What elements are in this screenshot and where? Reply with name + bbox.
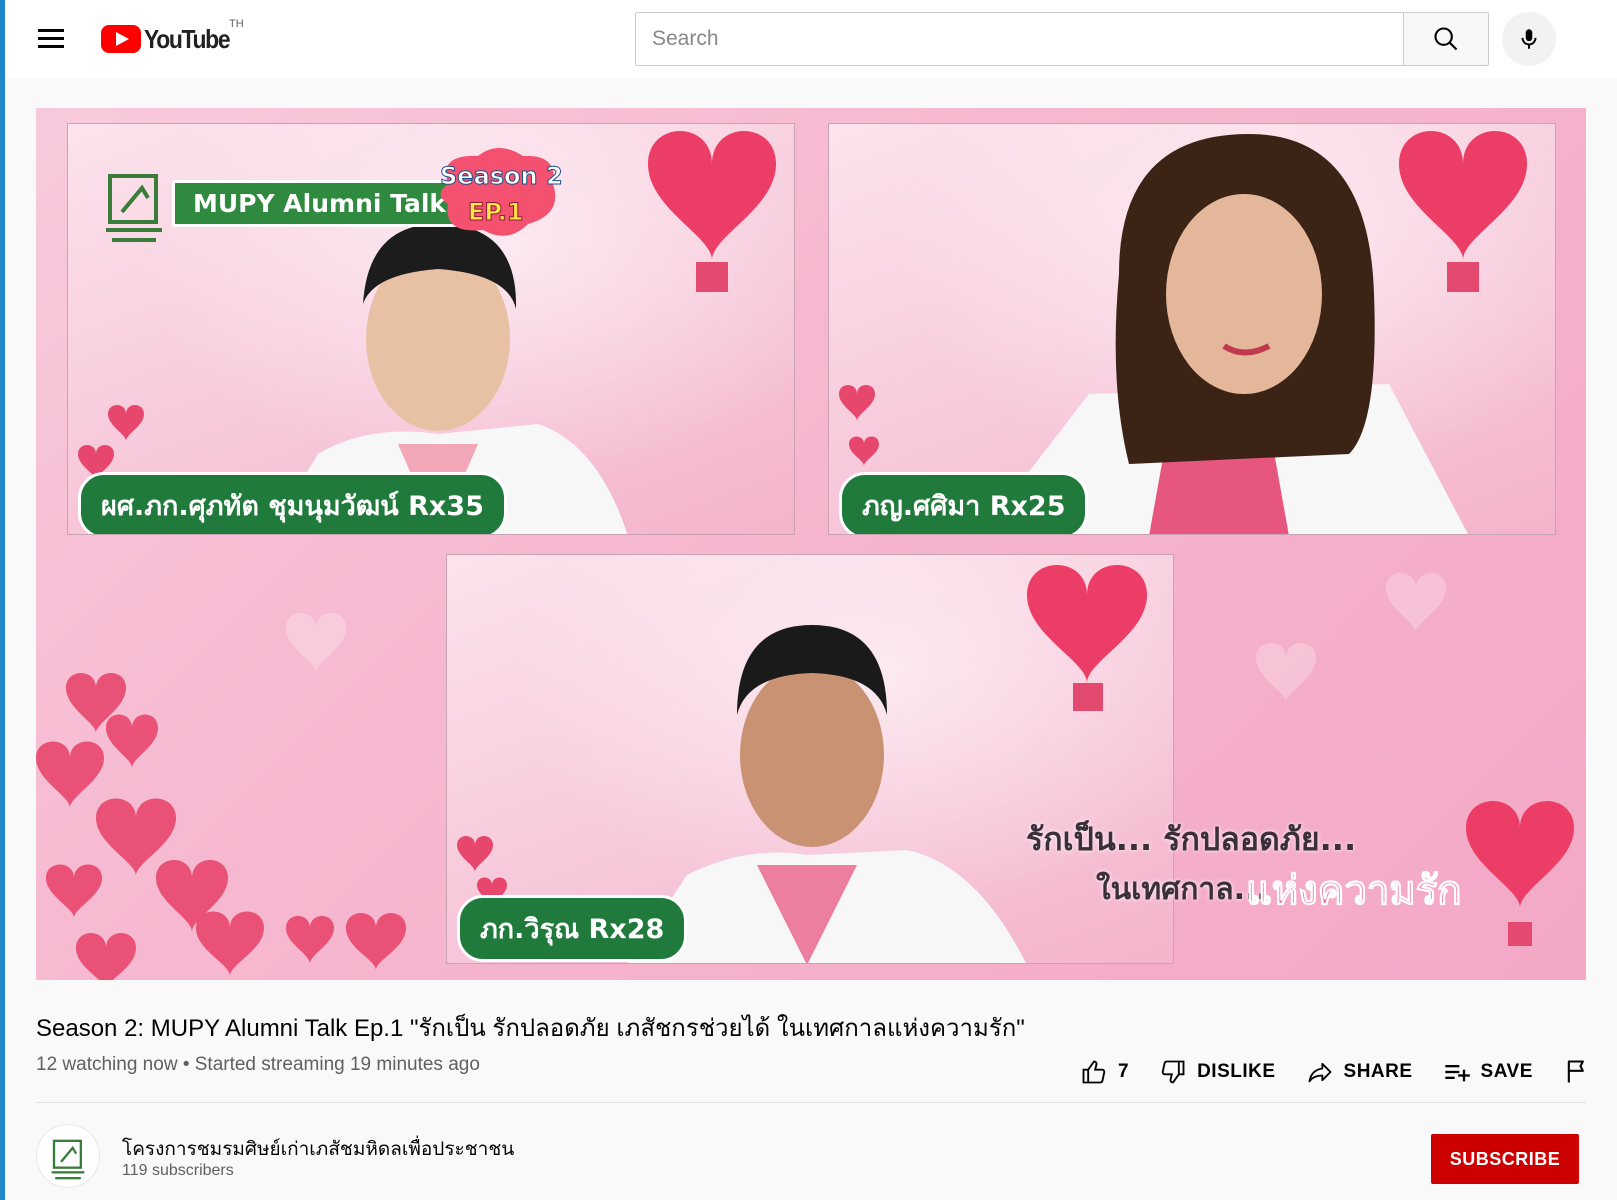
save-button[interactable]: SAVE — [1443, 1058, 1533, 1086]
search-icon — [1434, 27, 1458, 51]
search-button[interactable] — [1403, 12, 1489, 66]
save-icon — [1444, 1065, 1470, 1082]
badge-episode-text: EP.1 — [467, 198, 524, 227]
subscribe-button[interactable]: SUBSCRIBE — [1431, 1134, 1579, 1184]
speaker-name-tag-1: ผศ.ภก.ศุภทัต ชุมนุมวัฒน์ Rx35 — [78, 472, 507, 534]
tagline-line-3: แห่งความรัก — [1245, 868, 1462, 915]
report-button[interactable] — [1563, 1058, 1601, 1086]
share-label: SHARE — [1343, 1061, 1413, 1082]
speaker-tile-2: ภญ.ศศิมา Rx25 — [828, 123, 1556, 535]
youtube-logo-icon — [101, 25, 141, 53]
channel-logo-icon — [51, 1139, 85, 1180]
youtube-logo[interactable]: YouTube TH — [101, 18, 244, 56]
share-button[interactable]: SHARE — [1306, 1058, 1413, 1086]
dislike-icon — [1161, 1060, 1185, 1084]
logo-text: YouTube — [144, 23, 231, 54]
channel-logo-watermark — [102, 154, 166, 250]
speaker-name-tag-3: ภก.วิรุณ Rx28 — [457, 895, 688, 962]
like-icon — [1082, 1060, 1106, 1084]
dislike-label: DISLIKE — [1197, 1061, 1276, 1082]
speaker-tile-1: MUPY Alumni Talk Season 2 EP.1 ผศ.ภก.ศุภ… — [67, 123, 795, 535]
search-box — [635, 12, 1403, 66]
menu-icon[interactable] — [35, 24, 67, 52]
tagline-line-2: ในเทศกาล... — [1096, 872, 1268, 907]
flag-icon — [1567, 1060, 1584, 1083]
country-code: TH — [229, 18, 244, 30]
like-count: 7 — [1118, 1061, 1130, 1082]
window-edge — [0, 0, 5, 1200]
channel-name[interactable]: โครงการชมรมศิษย์เก่าเภสัชมหิดลเพื่อประชา… — [122, 1134, 514, 1164]
subscriber-count: 119 subscribers — [122, 1162, 234, 1179]
speaker-tile-3: ภก.วิรุณ Rx28 — [446, 554, 1174, 964]
voice-search-button[interactable] — [1502, 12, 1556, 66]
like-button[interactable]: 7 — [1080, 1058, 1129, 1086]
video-meta: 12 watching now • Started streaming 19 m… — [36, 1054, 480, 1075]
share-icon — [1308, 1062, 1331, 1083]
show-banner: MUPY Alumni Talk — [172, 180, 468, 227]
save-label: SAVE — [1480, 1061, 1533, 1082]
channel-avatar[interactable] — [36, 1124, 100, 1188]
top-bar: YouTube TH — [5, 0, 1617, 78]
mic-icon — [1521, 29, 1537, 49]
dislike-button[interactable]: DISLIKE — [1159, 1058, 1275, 1086]
badge-season-text: Season 2 — [440, 162, 564, 191]
speaker-name-tag-2: ภญ.ศศิมา Rx25 — [839, 472, 1089, 534]
divider — [36, 1102, 1586, 1103]
season-badge: Season 2 EP.1 — [428, 144, 564, 244]
search-input[interactable] — [636, 13, 1403, 65]
video-player[interactable]: MUPY Alumni Talk Season 2 EP.1 ผศ.ภก.ศุภ… — [36, 108, 1586, 980]
video-actions: 7 DISLIKE SHARE SAVE — [1080, 1050, 1601, 1094]
video-title: Season 2: MUPY Alumni Talk Ep.1 "รักเป็น… — [36, 1015, 1025, 1042]
